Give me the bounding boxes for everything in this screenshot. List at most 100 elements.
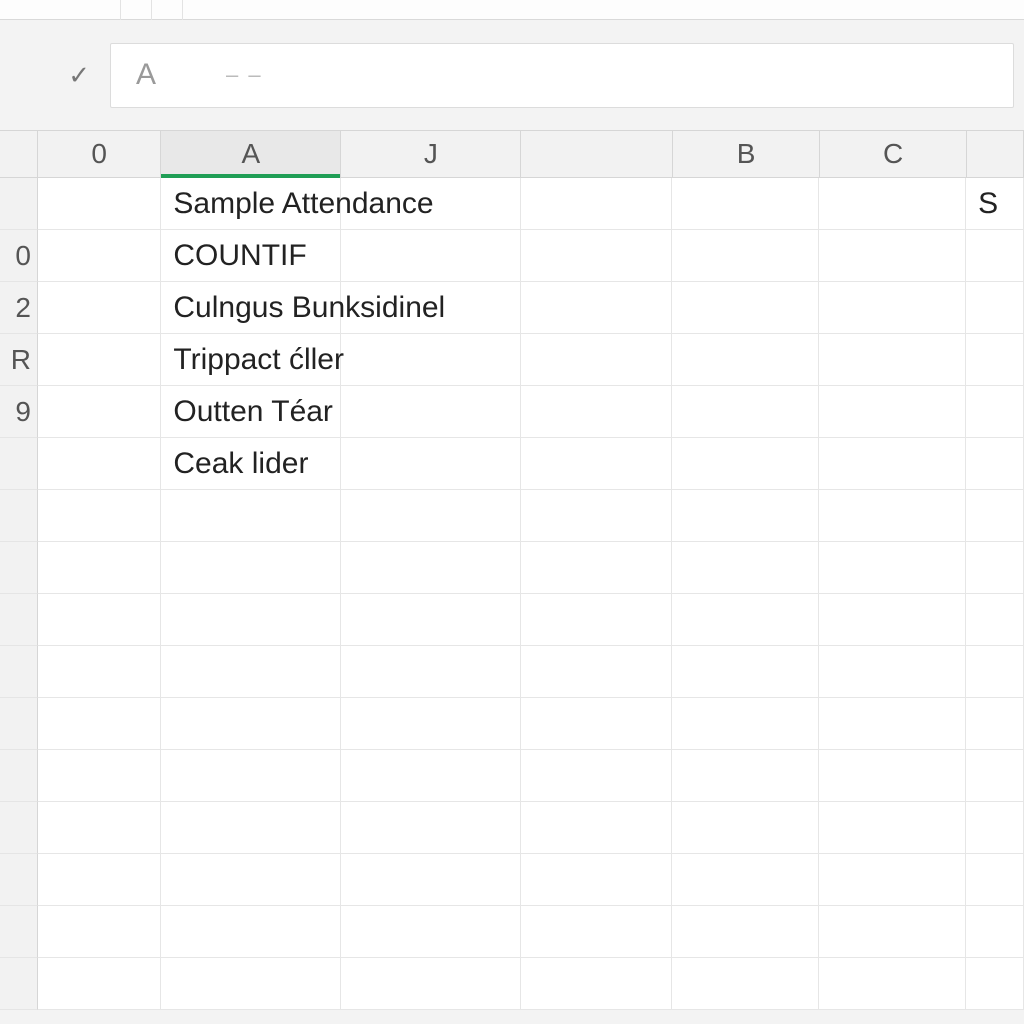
cell[interactable] — [161, 646, 341, 698]
cell[interactable] — [161, 698, 341, 750]
cell[interactable] — [341, 646, 521, 698]
spreadsheet-grid[interactable]: 0 A J B C Sample Attendance S 0 COUNTIF — [0, 130, 1024, 1010]
cell[interactable] — [672, 230, 819, 282]
cell[interactable] — [521, 438, 673, 490]
cell[interactable] — [38, 646, 161, 698]
cell[interactable] — [341, 802, 521, 854]
cell[interactable] — [966, 802, 1024, 854]
cell[interactable]: S — [966, 178, 1024, 230]
cell[interactable] — [819, 906, 966, 958]
cell[interactable] — [341, 438, 521, 490]
row-header[interactable] — [0, 646, 38, 698]
cell[interactable] — [341, 490, 521, 542]
cell[interactable] — [38, 386, 161, 438]
cell[interactable] — [819, 438, 966, 490]
cell[interactable] — [672, 438, 819, 490]
cell[interactable] — [966, 542, 1024, 594]
row-header[interactable] — [0, 178, 38, 230]
row-header[interactable] — [0, 906, 38, 958]
cell[interactable] — [672, 750, 819, 802]
confirm-check-icon[interactable]: ✓ — [68, 60, 100, 91]
cell[interactable] — [521, 178, 673, 230]
cell[interactable] — [672, 698, 819, 750]
cell[interactable] — [341, 178, 521, 230]
cell[interactable] — [161, 594, 341, 646]
row-header[interactable] — [0, 802, 38, 854]
cell[interactable] — [161, 854, 341, 906]
column-header-A[interactable]: A — [161, 131, 341, 177]
column-header-B[interactable]: B — [673, 131, 820, 177]
cell[interactable] — [341, 698, 521, 750]
cell[interactable] — [161, 958, 341, 1010]
cell-A4[interactable]: Trippact ćller — [161, 334, 341, 386]
cell[interactable] — [819, 698, 966, 750]
cell[interactable] — [672, 490, 819, 542]
cell[interactable] — [341, 750, 521, 802]
cell[interactable] — [966, 958, 1024, 1010]
row-header[interactable] — [0, 750, 38, 802]
cell[interactable] — [521, 906, 673, 958]
cell[interactable] — [38, 178, 161, 230]
cell[interactable] — [819, 490, 966, 542]
cell[interactable] — [38, 594, 161, 646]
row-header[interactable] — [0, 438, 38, 490]
cell[interactable] — [38, 958, 161, 1010]
cell[interactable] — [966, 698, 1024, 750]
cell[interactable] — [819, 178, 966, 230]
cell[interactable] — [161, 750, 341, 802]
cell[interactable] — [521, 958, 673, 1010]
cell[interactable] — [341, 854, 521, 906]
row-header[interactable] — [0, 958, 38, 1010]
cell[interactable] — [341, 958, 521, 1010]
cell[interactable] — [819, 958, 966, 1010]
row-header[interactable]: 2 — [0, 282, 38, 334]
cell[interactable] — [521, 386, 673, 438]
cell[interactable] — [672, 386, 819, 438]
cell[interactable] — [38, 334, 161, 386]
row-header[interactable] — [0, 594, 38, 646]
cell[interactable] — [966, 334, 1024, 386]
cell[interactable] — [672, 334, 819, 386]
cell[interactable] — [161, 542, 341, 594]
cell[interactable] — [38, 282, 161, 334]
cell[interactable] — [521, 750, 673, 802]
cell[interactable] — [521, 282, 673, 334]
column-header-next[interactable] — [967, 131, 1024, 177]
cell[interactable] — [819, 802, 966, 854]
row-header[interactable] — [0, 854, 38, 906]
cell[interactable] — [521, 854, 673, 906]
cell[interactable] — [672, 906, 819, 958]
cell[interactable] — [966, 490, 1024, 542]
cell[interactable] — [521, 698, 673, 750]
cell[interactable] — [38, 230, 161, 282]
formula-bar[interactable]: A – – — [110, 43, 1014, 108]
cell[interactable] — [966, 282, 1024, 334]
cell[interactable] — [521, 334, 673, 386]
cell[interactable] — [38, 854, 161, 906]
cell[interactable] — [819, 646, 966, 698]
cell[interactable] — [341, 386, 521, 438]
cell-A5[interactable]: Outten Téar — [161, 386, 341, 438]
cell[interactable] — [672, 594, 819, 646]
cell[interactable] — [521, 490, 673, 542]
cell[interactable] — [672, 542, 819, 594]
cell[interactable] — [966, 438, 1024, 490]
cell[interactable] — [672, 802, 819, 854]
cell[interactable] — [819, 386, 966, 438]
cell[interactable] — [161, 906, 341, 958]
row-header[interactable] — [0, 490, 38, 542]
row-header[interactable]: 0 — [0, 230, 38, 282]
cell[interactable] — [38, 698, 161, 750]
cell[interactable] — [38, 542, 161, 594]
cell[interactable] — [341, 594, 521, 646]
cell[interactable] — [966, 906, 1024, 958]
row-header[interactable] — [0, 698, 38, 750]
cell[interactable] — [672, 282, 819, 334]
cell[interactable] — [672, 178, 819, 230]
cell[interactable] — [819, 750, 966, 802]
row-header[interactable]: R — [0, 334, 38, 386]
cell[interactable] — [672, 958, 819, 1010]
cell[interactable] — [819, 282, 966, 334]
cell-A2[interactable]: COUNTIF — [161, 230, 341, 282]
cell[interactable] — [966, 230, 1024, 282]
